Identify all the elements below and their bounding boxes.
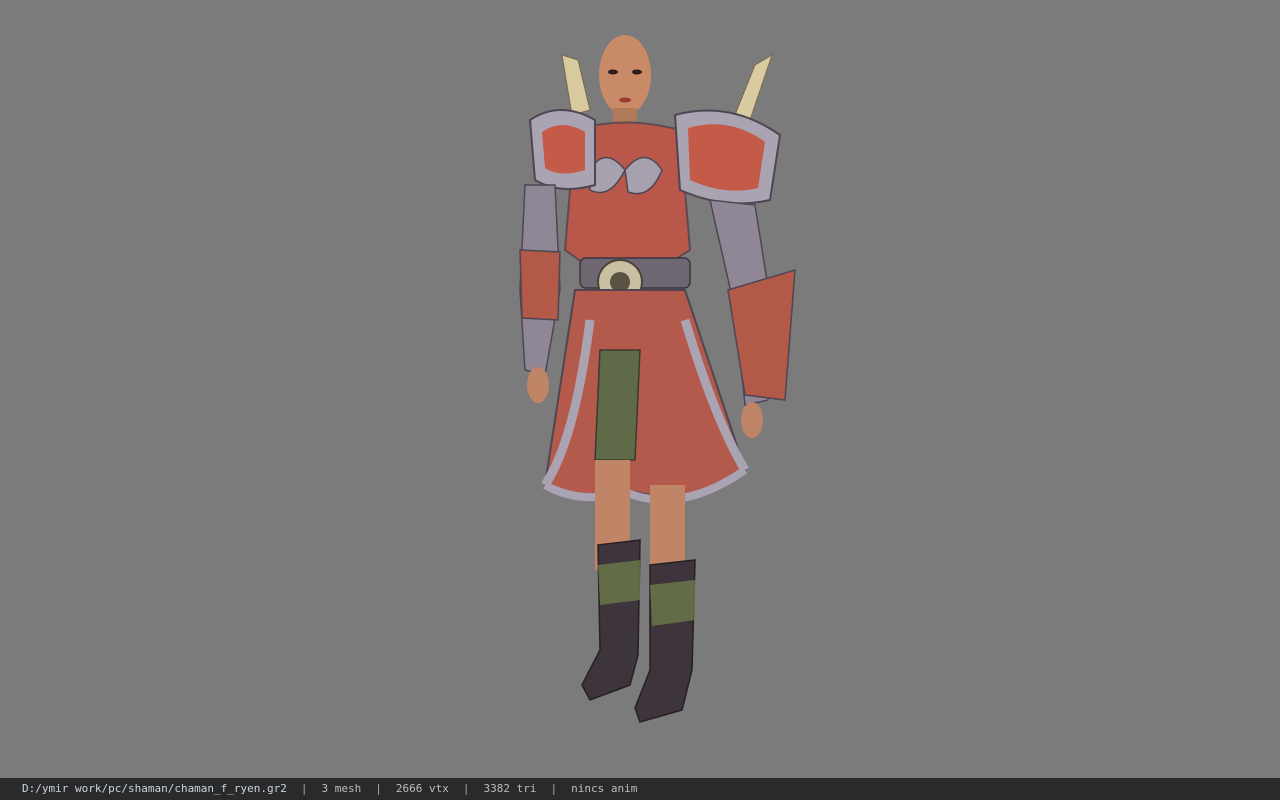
right-hand <box>741 402 763 438</box>
separator: | <box>462 782 470 795</box>
character-model[interactable] <box>500 20 820 740</box>
robe-front-panel <box>594 349 641 461</box>
head <box>599 35 651 115</box>
animation-status: nincs anim <box>571 782 638 795</box>
right-shoulder-spike <box>734 53 773 121</box>
left-bracer <box>519 249 561 321</box>
left-shoulder-spike <box>561 54 591 116</box>
vertex-count: 2666 vtx <box>395 782 449 795</box>
left-eye <box>608 69 618 75</box>
right-bracer <box>727 268 796 401</box>
left-boot-band <box>598 560 640 605</box>
triangle-count: 3382 tri <box>483 782 537 795</box>
left-pauldron-inlay <box>542 125 585 174</box>
file-path: D:/ymir work/pc/shaman/chaman_f_ryen.gr2 <box>22 782 287 795</box>
status-bar: D:/ymir work/pc/shaman/chaman_f_ryen.gr2… <box>0 778 1280 800</box>
mouth <box>619 97 631 103</box>
3d-viewport[interactable] <box>0 0 1280 778</box>
right-boot-band <box>650 580 695 626</box>
separator: | <box>550 782 558 795</box>
right-eye <box>632 69 642 75</box>
separator: | <box>300 782 308 795</box>
left-hand <box>527 367 549 403</box>
mesh-count: 3 mesh <box>321 782 362 795</box>
separator: | <box>375 782 382 795</box>
